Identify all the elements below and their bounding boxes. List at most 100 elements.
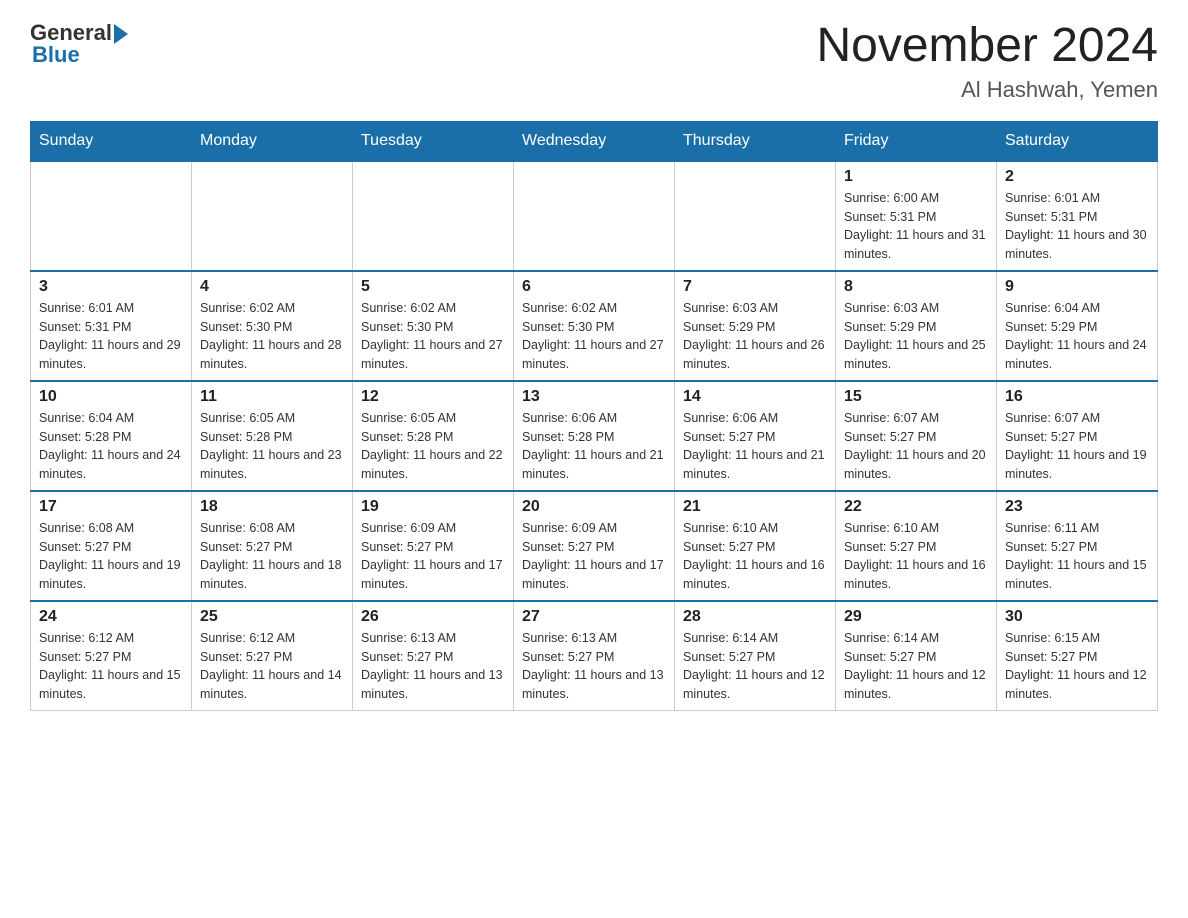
- day-info: Sunrise: 6:13 AMSunset: 5:27 PMDaylight:…: [522, 629, 666, 704]
- day-number: 1: [844, 168, 988, 186]
- day-number: 30: [1005, 608, 1149, 626]
- day-number: 10: [39, 388, 183, 406]
- day-number: 29: [844, 608, 988, 626]
- day-info: Sunrise: 6:06 AMSunset: 5:27 PMDaylight:…: [683, 409, 827, 484]
- day-info: Sunrise: 6:12 AMSunset: 5:27 PMDaylight:…: [39, 629, 183, 704]
- day-info: Sunrise: 6:05 AMSunset: 5:28 PMDaylight:…: [361, 409, 505, 484]
- calendar-cell: 13Sunrise: 6:06 AMSunset: 5:28 PMDayligh…: [514, 381, 675, 491]
- week-row-4: 17 Sunrise: 6:08 AMSunset: 5:27 PMDayligh…: [31, 491, 1158, 601]
- day-number: 25: [200, 608, 344, 626]
- calendar-cell: 21 Sunrise: 6:10 AMSunset: 5:27 PMDayligh…: [675, 491, 836, 601]
- day-number: 8: [844, 278, 988, 296]
- day-number: 9: [1005, 278, 1149, 296]
- calendar-cell: 12 Sunrise: 6:05 AMSunset: 5:28 PMDayligh…: [353, 381, 514, 491]
- day-info: Sunrise: 6:04 AMSunset: 5:28 PMDaylight:…: [39, 409, 183, 484]
- header-thursday: Thursday: [675, 121, 836, 161]
- day-info: Sunrise: 6:01 AMSunset: 5:31 PMDaylight:…: [1005, 189, 1149, 264]
- day-info: Sunrise: 6:08 AMSunset: 5:27 PMDaylight:…: [39, 519, 183, 594]
- header-friday: Friday: [836, 121, 997, 161]
- calendar-cell: 27 Sunrise: 6:13 AMSunset: 5:27 PMDayligh…: [514, 601, 675, 711]
- day-info: Sunrise: 6:03 AMSunset: 5:29 PMDaylight:…: [683, 299, 827, 374]
- day-info: Sunrise: 6:05 AMSunset: 5:28 PMDaylight:…: [200, 409, 344, 484]
- week-row-1: 1 Sunrise: 6:00 AMSunset: 5:31 PMDaylight…: [31, 161, 1158, 271]
- calendar-cell: 2 Sunrise: 6:01 AMSunset: 5:31 PMDaylight…: [997, 161, 1158, 271]
- page-header: General Blue November 2024 Al Hashwah, Y…: [30, 20, 1158, 103]
- day-number: 21: [683, 498, 827, 516]
- day-info: Sunrise: 6:03 AMSunset: 5:29 PMDaylight:…: [844, 299, 988, 374]
- logo: General Blue: [30, 20, 130, 68]
- calendar-title: November 2024: [816, 20, 1158, 73]
- calendar-cell: 23 Sunrise: 6:11 AMSunset: 5:27 PMDayligh…: [997, 491, 1158, 601]
- calendar-cell: 24 Sunrise: 6:12 AMSunset: 5:27 PMDayligh…: [31, 601, 192, 711]
- calendar-cell: 14 Sunrise: 6:06 AMSunset: 5:27 PMDayligh…: [675, 381, 836, 491]
- calendar-cell: 30 Sunrise: 6:15 AMSunset: 5:27 PMDayligh…: [997, 601, 1158, 711]
- calendar-cell: 18 Sunrise: 6:08 AMSunset: 5:27 PMDayligh…: [192, 491, 353, 601]
- day-number: 23: [1005, 498, 1149, 516]
- calendar-cell: 16 Sunrise: 6:07 AMSunset: 5:27 PMDayligh…: [997, 381, 1158, 491]
- day-info: Sunrise: 6:01 AMSunset: 5:31 PMDaylight:…: [39, 299, 183, 374]
- day-number: 28: [683, 608, 827, 626]
- calendar-cell: [192, 161, 353, 271]
- day-number: 14: [683, 388, 827, 406]
- day-info: Sunrise: 6:13 AMSunset: 5:27 PMDaylight:…: [361, 629, 505, 704]
- calendar-cell: 19Sunrise: 6:09 AMSunset: 5:27 PMDayligh…: [353, 491, 514, 601]
- day-number: 5: [361, 278, 505, 296]
- header-saturday: Saturday: [997, 121, 1158, 161]
- calendar-cell: 1 Sunrise: 6:00 AMSunset: 5:31 PMDaylight…: [836, 161, 997, 271]
- day-number: 7: [683, 278, 827, 296]
- day-info: Sunrise: 6:14 AMSunset: 5:27 PMDaylight:…: [844, 629, 988, 704]
- header-monday: Monday: [192, 121, 353, 161]
- calendar-cell: 25Sunrise: 6:12 AMSunset: 5:27 PMDayligh…: [192, 601, 353, 711]
- logo-arrow-icon: [114, 24, 128, 44]
- day-number: 12: [361, 388, 505, 406]
- calendar-cell: 10 Sunrise: 6:04 AMSunset: 5:28 PMDayligh…: [31, 381, 192, 491]
- calendar-cell: [514, 161, 675, 271]
- day-info: Sunrise: 6:02 AMSunset: 5:30 PMDaylight:…: [522, 299, 666, 374]
- calendar-cell: 8 Sunrise: 6:03 AMSunset: 5:29 PMDaylight…: [836, 271, 997, 381]
- day-info: Sunrise: 6:08 AMSunset: 5:27 PMDaylight:…: [200, 519, 344, 594]
- day-number: 27: [522, 608, 666, 626]
- calendar-table: SundayMondayTuesdayWednesdayThursdayFrid…: [30, 121, 1158, 711]
- title-block: November 2024 Al Hashwah, Yemen: [816, 20, 1158, 103]
- day-info: Sunrise: 6:09 AMSunset: 5:27 PMDaylight:…: [522, 519, 666, 594]
- day-number: 16: [1005, 388, 1149, 406]
- day-info: Sunrise: 6:10 AMSunset: 5:27 PMDaylight:…: [683, 519, 827, 594]
- day-info: Sunrise: 6:10 AMSunset: 5:27 PMDaylight:…: [844, 519, 988, 594]
- day-number: 15: [844, 388, 988, 406]
- calendar-cell: [353, 161, 514, 271]
- day-number: 24: [39, 608, 183, 626]
- calendar-cell: 15 Sunrise: 6:07 AMSunset: 5:27 PMDayligh…: [836, 381, 997, 491]
- calendar-header-row: SundayMondayTuesdayWednesdayThursdayFrid…: [31, 121, 1158, 161]
- calendar-cell: 6 Sunrise: 6:02 AMSunset: 5:30 PMDaylight…: [514, 271, 675, 381]
- day-info: Sunrise: 6:07 AMSunset: 5:27 PMDaylight:…: [844, 409, 988, 484]
- day-number: 22: [844, 498, 988, 516]
- day-info: Sunrise: 6:07 AMSunset: 5:27 PMDaylight:…: [1005, 409, 1149, 484]
- calendar-cell: 28 Sunrise: 6:14 AMSunset: 5:27 PMDayligh…: [675, 601, 836, 711]
- day-info: Sunrise: 6:00 AMSunset: 5:31 PMDaylight:…: [844, 189, 988, 264]
- day-number: 6: [522, 278, 666, 296]
- calendar-cell: 9Sunrise: 6:04 AMSunset: 5:29 PMDaylight…: [997, 271, 1158, 381]
- day-info: Sunrise: 6:15 AMSunset: 5:27 PMDaylight:…: [1005, 629, 1149, 704]
- calendar-cell: 3Sunrise: 6:01 AMSunset: 5:31 PMDaylight…: [31, 271, 192, 381]
- header-tuesday: Tuesday: [353, 121, 514, 161]
- calendar-cell: 26 Sunrise: 6:13 AMSunset: 5:27 PMDayligh…: [353, 601, 514, 711]
- header-sunday: Sunday: [31, 121, 192, 161]
- calendar-cell: [31, 161, 192, 271]
- header-wednesday: Wednesday: [514, 121, 675, 161]
- calendar-cell: 20Sunrise: 6:09 AMSunset: 5:27 PMDayligh…: [514, 491, 675, 601]
- day-info: Sunrise: 6:11 AMSunset: 5:27 PMDaylight:…: [1005, 519, 1149, 594]
- day-number: 2: [1005, 168, 1149, 186]
- calendar-cell: 22 Sunrise: 6:10 AMSunset: 5:27 PMDayligh…: [836, 491, 997, 601]
- day-number: 13: [522, 388, 666, 406]
- calendar-cell: [675, 161, 836, 271]
- week-row-5: 24 Sunrise: 6:12 AMSunset: 5:27 PMDayligh…: [31, 601, 1158, 711]
- day-number: 18: [200, 498, 344, 516]
- calendar-cell: 17 Sunrise: 6:08 AMSunset: 5:27 PMDayligh…: [31, 491, 192, 601]
- calendar-cell: 5Sunrise: 6:02 AMSunset: 5:30 PMDaylight…: [353, 271, 514, 381]
- day-number: 11: [200, 388, 344, 406]
- day-number: 4: [200, 278, 344, 296]
- day-number: 17: [39, 498, 183, 516]
- day-number: 26: [361, 608, 505, 626]
- day-info: Sunrise: 6:14 AMSunset: 5:27 PMDaylight:…: [683, 629, 827, 704]
- logo-blue-text: Blue: [32, 42, 80, 68]
